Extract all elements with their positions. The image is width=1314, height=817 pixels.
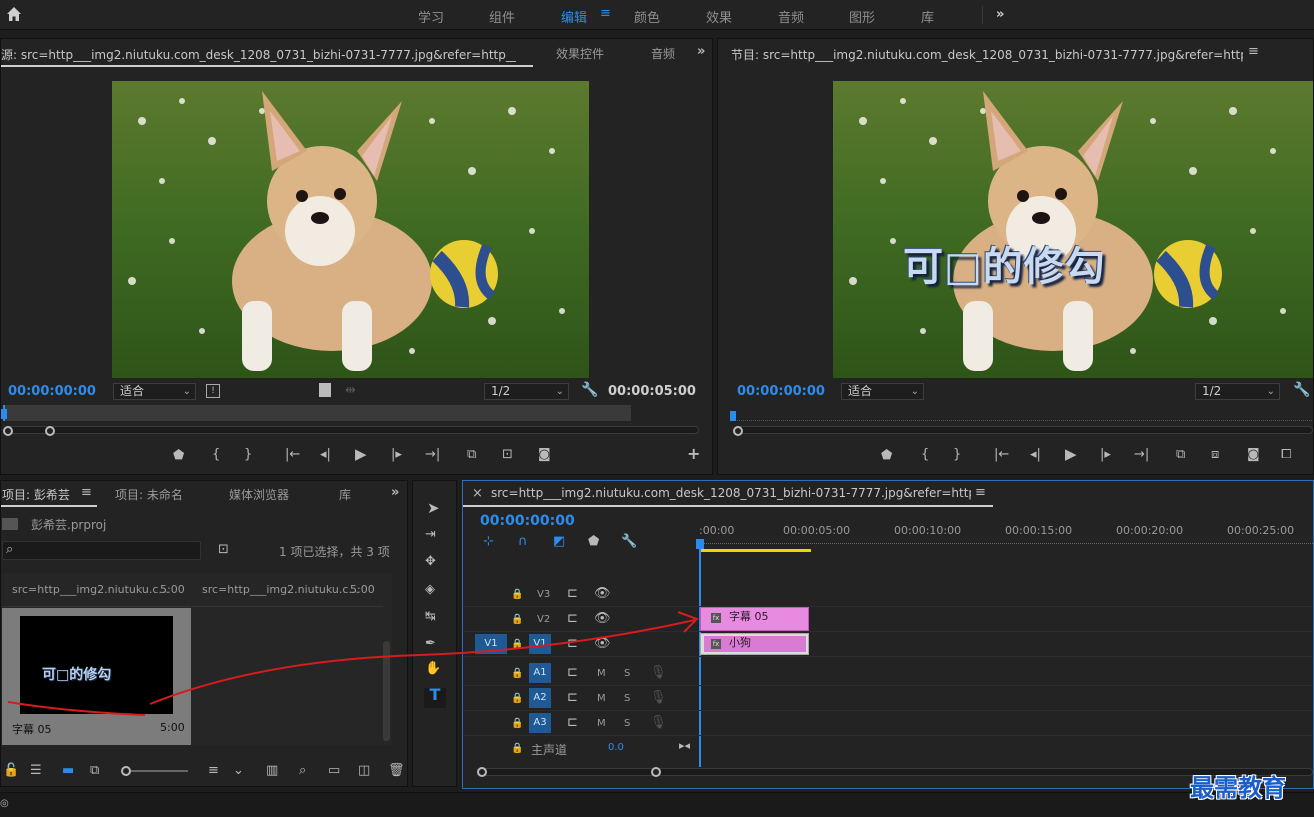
annotation-arrow: [7, 611, 699, 716]
watermark-text: 最需教育: [1190, 773, 1286, 802]
status-bar: ◎: [0, 792, 1314, 817]
watermark-logo: 最需教育: [1190, 768, 1286, 803]
status-icon: ◎: [0, 798, 9, 809]
